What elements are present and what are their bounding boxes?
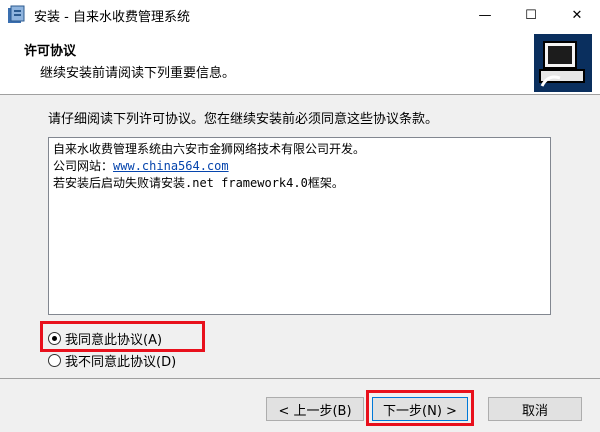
next-button[interactable]: 下一步(N) > <box>372 397 468 421</box>
back-button[interactable]: < 上一步(B) <box>266 397 364 421</box>
divider <box>0 378 600 379</box>
disagree-radio-label[interactable]: 我不同意此协议(D) <box>65 351 176 370</box>
minimize-icon: — <box>478 7 492 23</box>
agree-radio-option[interactable]: 我同意此协议(A) <box>48 328 162 348</box>
close-icon: ✕ <box>571 7 583 23</box>
license-line-website: 公司网站：www.china564.com <box>53 158 546 175</box>
title-bar: 安装 - 自来水收费管理系统 — ☐ ✕ <box>0 0 600 30</box>
disagree-radio-option[interactable]: 我不同意此协议(D) <box>48 350 176 370</box>
maximize-icon: ☐ <box>525 7 537 23</box>
website-label: 公司网站： <box>53 159 114 173</box>
license-intro-text: 请仔细阅读下列许可协议。您在继续安装前必须同意这些协议条款。 <box>48 112 439 127</box>
license-text-box[interactable]: 自来水收费管理系统由六安市金狮网络技术有限公司开发。 公司网站：www.chin… <box>48 137 551 315</box>
agree-radio-label[interactable]: 我同意此协议(A) <box>65 329 162 348</box>
maximize-button[interactable]: ☐ <box>508 0 554 30</box>
disagree-radio[interactable] <box>48 353 61 367</box>
page-subtitle: 继续安装前请阅读下列重要信息。 <box>40 66 236 81</box>
license-line: 自来水收费管理系统由六安市金狮网络技术有限公司开发。 <box>53 142 366 156</box>
page-title: 许可协议 <box>24 44 77 59</box>
license-line: 若安装后启动失败请安装.net framework4.0框架。 <box>53 176 344 190</box>
wizard-header: 许可协议 继续安装前请阅读下列重要信息。 <box>0 30 600 95</box>
minimize-button[interactable]: — <box>462 0 508 30</box>
cancel-button[interactable]: 取消 <box>488 397 582 421</box>
agree-radio[interactable] <box>48 331 61 345</box>
installer-computer-icon <box>534 34 592 92</box>
close-button[interactable]: ✕ <box>554 0 600 30</box>
setup-app-icon <box>6 5 26 25</box>
window-title: 安装 - 自来水收费管理系统 <box>34 9 190 25</box>
website-link[interactable]: www.china564.com <box>113 159 229 173</box>
